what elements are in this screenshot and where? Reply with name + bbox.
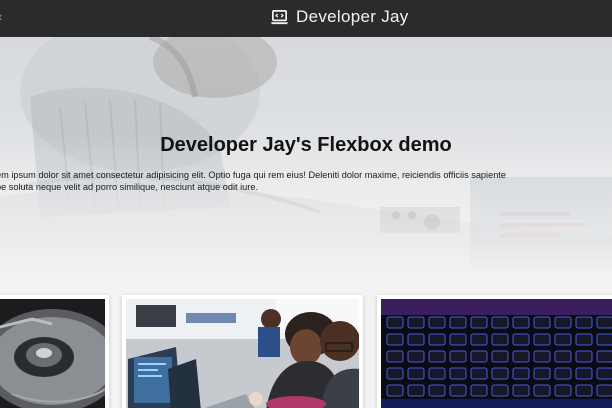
menu-toggle-icon[interactable]: ‹ (0, 10, 2, 23)
top-nav-bar: ‹ Developer Jay (0, 0, 612, 37)
card-keyboard[interactable] (377, 295, 612, 408)
brand-title: Developer Jay (296, 7, 409, 26)
developers-at-laptops-photo (126, 299, 359, 408)
hero-title: Developer Jay's Flexbox demo (160, 134, 452, 156)
hero-paragraph-line: em ipsum dolor sit amet consectetur adip… (0, 170, 506, 180)
card-row (0, 280, 612, 408)
brand-link[interactable]: Developer Jay (270, 6, 409, 28)
card-developers[interactable] (122, 295, 363, 408)
card-hard-drive[interactable] (0, 295, 109, 408)
laptop-code-icon (270, 9, 289, 24)
hero-paragraph-line: pe soluta neque velit ad porro similique… (0, 181, 259, 192)
hard-drive-photo (0, 299, 105, 408)
backlit-keyboard-photo (381, 299, 612, 408)
hero-section: Developer Jay's Flexbox demo em ipsum do… (0, 37, 612, 280)
hero-overlay (0, 37, 612, 280)
hero-paragraph: em ipsum dolor sit amet consectetur adip… (0, 170, 608, 193)
